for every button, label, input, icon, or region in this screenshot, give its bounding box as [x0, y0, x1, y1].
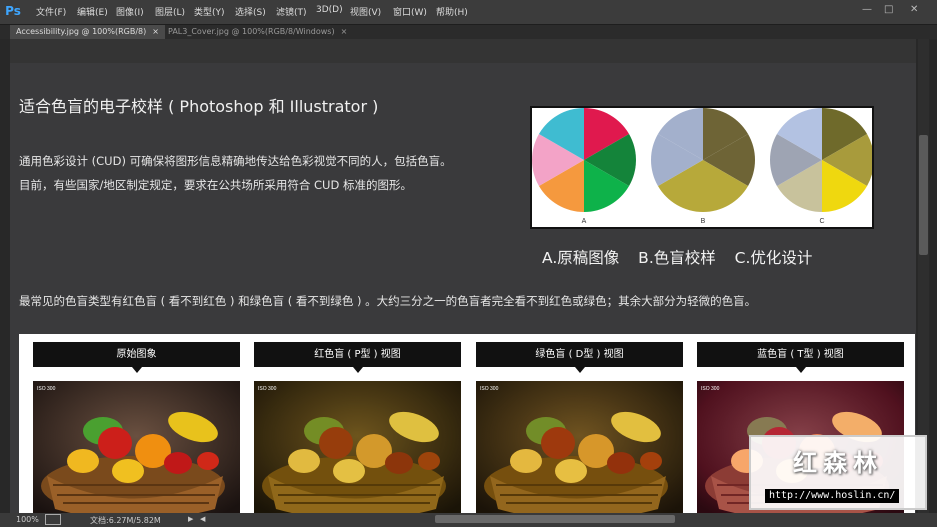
fruit-photo-original: ISO 300: [33, 381, 240, 513]
menu-help[interactable]: 帮助(H): [436, 5, 468, 18]
status-arrow-icon[interactable]: ▶: [188, 515, 193, 523]
menu-edit[interactable]: 编辑(E): [77, 5, 108, 18]
intro-line-2: 目前，有些国家/地区制定规定，要求在公共场所采用符合 CUD 标准的图形。: [19, 177, 412, 193]
fruit-basket-image: ISO 300: [33, 381, 240, 513]
zoom-level[interactable]: 100%: [16, 515, 39, 524]
pie-label: B: [701, 218, 706, 225]
tab-close-icon[interactable]: ×: [152, 27, 159, 36]
fruit-photo-deuteranopia: ISO 300: [476, 381, 683, 513]
iso-label: ISO 300: [480, 386, 499, 392]
proof-icon: [45, 514, 61, 525]
restore-icon[interactable]: □: [884, 4, 893, 15]
iso-label: ISO 300: [701, 386, 720, 392]
site-watermark: 红森林 http://www.hoslin.cn/: [749, 435, 927, 510]
tab-label: Accessibility.jpg @ 100%(RGB/8): [16, 27, 146, 36]
iso-label: ISO 300: [37, 386, 56, 392]
horizontal-scroll-thumb[interactable]: [435, 515, 675, 523]
pie-label: A: [582, 218, 587, 225]
pie-caption: A.原稿图像 B.色盲校样 C.优化设计: [542, 246, 812, 268]
fruit-basket-image: ISO 300: [476, 381, 683, 513]
minimize-icon[interactable]: —: [862, 4, 872, 15]
menu-file[interactable]: 文件(F): [36, 5, 66, 18]
panel-label-text: 红色盲 ( P型 ) 视图: [314, 349, 401, 360]
fruit-photo-protanopia: ISO 300: [254, 381, 461, 513]
panel-label-text: 绿色盲 ( D型 ) 视图: [535, 349, 623, 360]
panel-label-text: 蓝色盲 ( T型 ) 视图: [757, 349, 844, 360]
intro-line-1: 通用色彩设计 (CUD) 可确保将图形信息精确地传达给色彩视觉不同的人，包括色盲…: [19, 153, 452, 169]
document-size: 文档:6.27M/5.82M: [90, 515, 161, 526]
panel-label-text: 原始图象: [117, 349, 157, 360]
panel-label-original: 原始图象: [33, 342, 240, 367]
tab-accessibility[interactable]: Accessibility.jpg @ 100%(RGB/8) ×: [10, 25, 165, 39]
menu-view[interactable]: 视图(V): [350, 5, 381, 18]
watermark-url: http://www.hoslin.cn/: [765, 489, 899, 503]
menu-select[interactable]: 选择(S): [235, 5, 266, 18]
menu-image[interactable]: 图像(I): [116, 5, 144, 18]
close-icon[interactable]: ✕: [910, 4, 918, 15]
pie-label: C: [819, 218, 824, 225]
menu-window[interactable]: 窗口(W): [393, 5, 427, 18]
pie-comparison-figure: A B C: [530, 106, 874, 229]
iso-label: ISO 300: [258, 386, 277, 392]
colorblind-description: 最常见的色盲类型有红色盲 ( 看不到红色 ) 和绿色盲 ( 看不到绿色 ) 。大…: [19, 293, 756, 309]
menu-bar: Ps 文件(F) 编辑(E) 图像(I) 图层(L) 类型(Y) 选择(S) 滤…: [0, 0, 937, 25]
menu-filter[interactable]: 滤镜(T): [276, 5, 307, 18]
menu-type[interactable]: 类型(Y): [194, 5, 225, 18]
menu-3d[interactable]: 3D(D): [316, 5, 343, 15]
tab-close-icon[interactable]: ×: [341, 27, 348, 36]
panel-label-deuteranopia: 绿色盲 ( D型 ) 视图: [476, 342, 683, 367]
vertical-scroll-thumb[interactable]: [919, 135, 928, 255]
fruit-basket-image: ISO 300: [254, 381, 461, 513]
tab-label: PAL3_Cover.jpg @ 100%(RGB/8/Windows): [168, 27, 335, 36]
menu-layer[interactable]: 图层(L): [155, 5, 185, 18]
tab-pal3-cover[interactable]: PAL3_Cover.jpg @ 100%(RGB/8/Windows) ×: [162, 25, 353, 39]
watermark-title: 红森林: [751, 443, 925, 478]
panel-label-protanopia: 红色盲 ( P型 ) 视图: [254, 342, 461, 367]
photoshop-logo: Ps: [4, 3, 22, 20]
page-title: 适合色盲的电子校样 ( Photoshop 和 Illustrator ): [19, 93, 378, 117]
document-tab-bar: Accessibility.jpg @ 100%(RGB/8) × PAL3_Co…: [0, 25, 937, 39]
canvas-top-strip: [10, 39, 916, 63]
pie-charts: A B C: [532, 108, 872, 227]
panel-label-tritanopia: 蓝色盲 ( T型 ) 视图: [697, 342, 904, 367]
scroll-left-icon[interactable]: ◀: [200, 515, 205, 523]
